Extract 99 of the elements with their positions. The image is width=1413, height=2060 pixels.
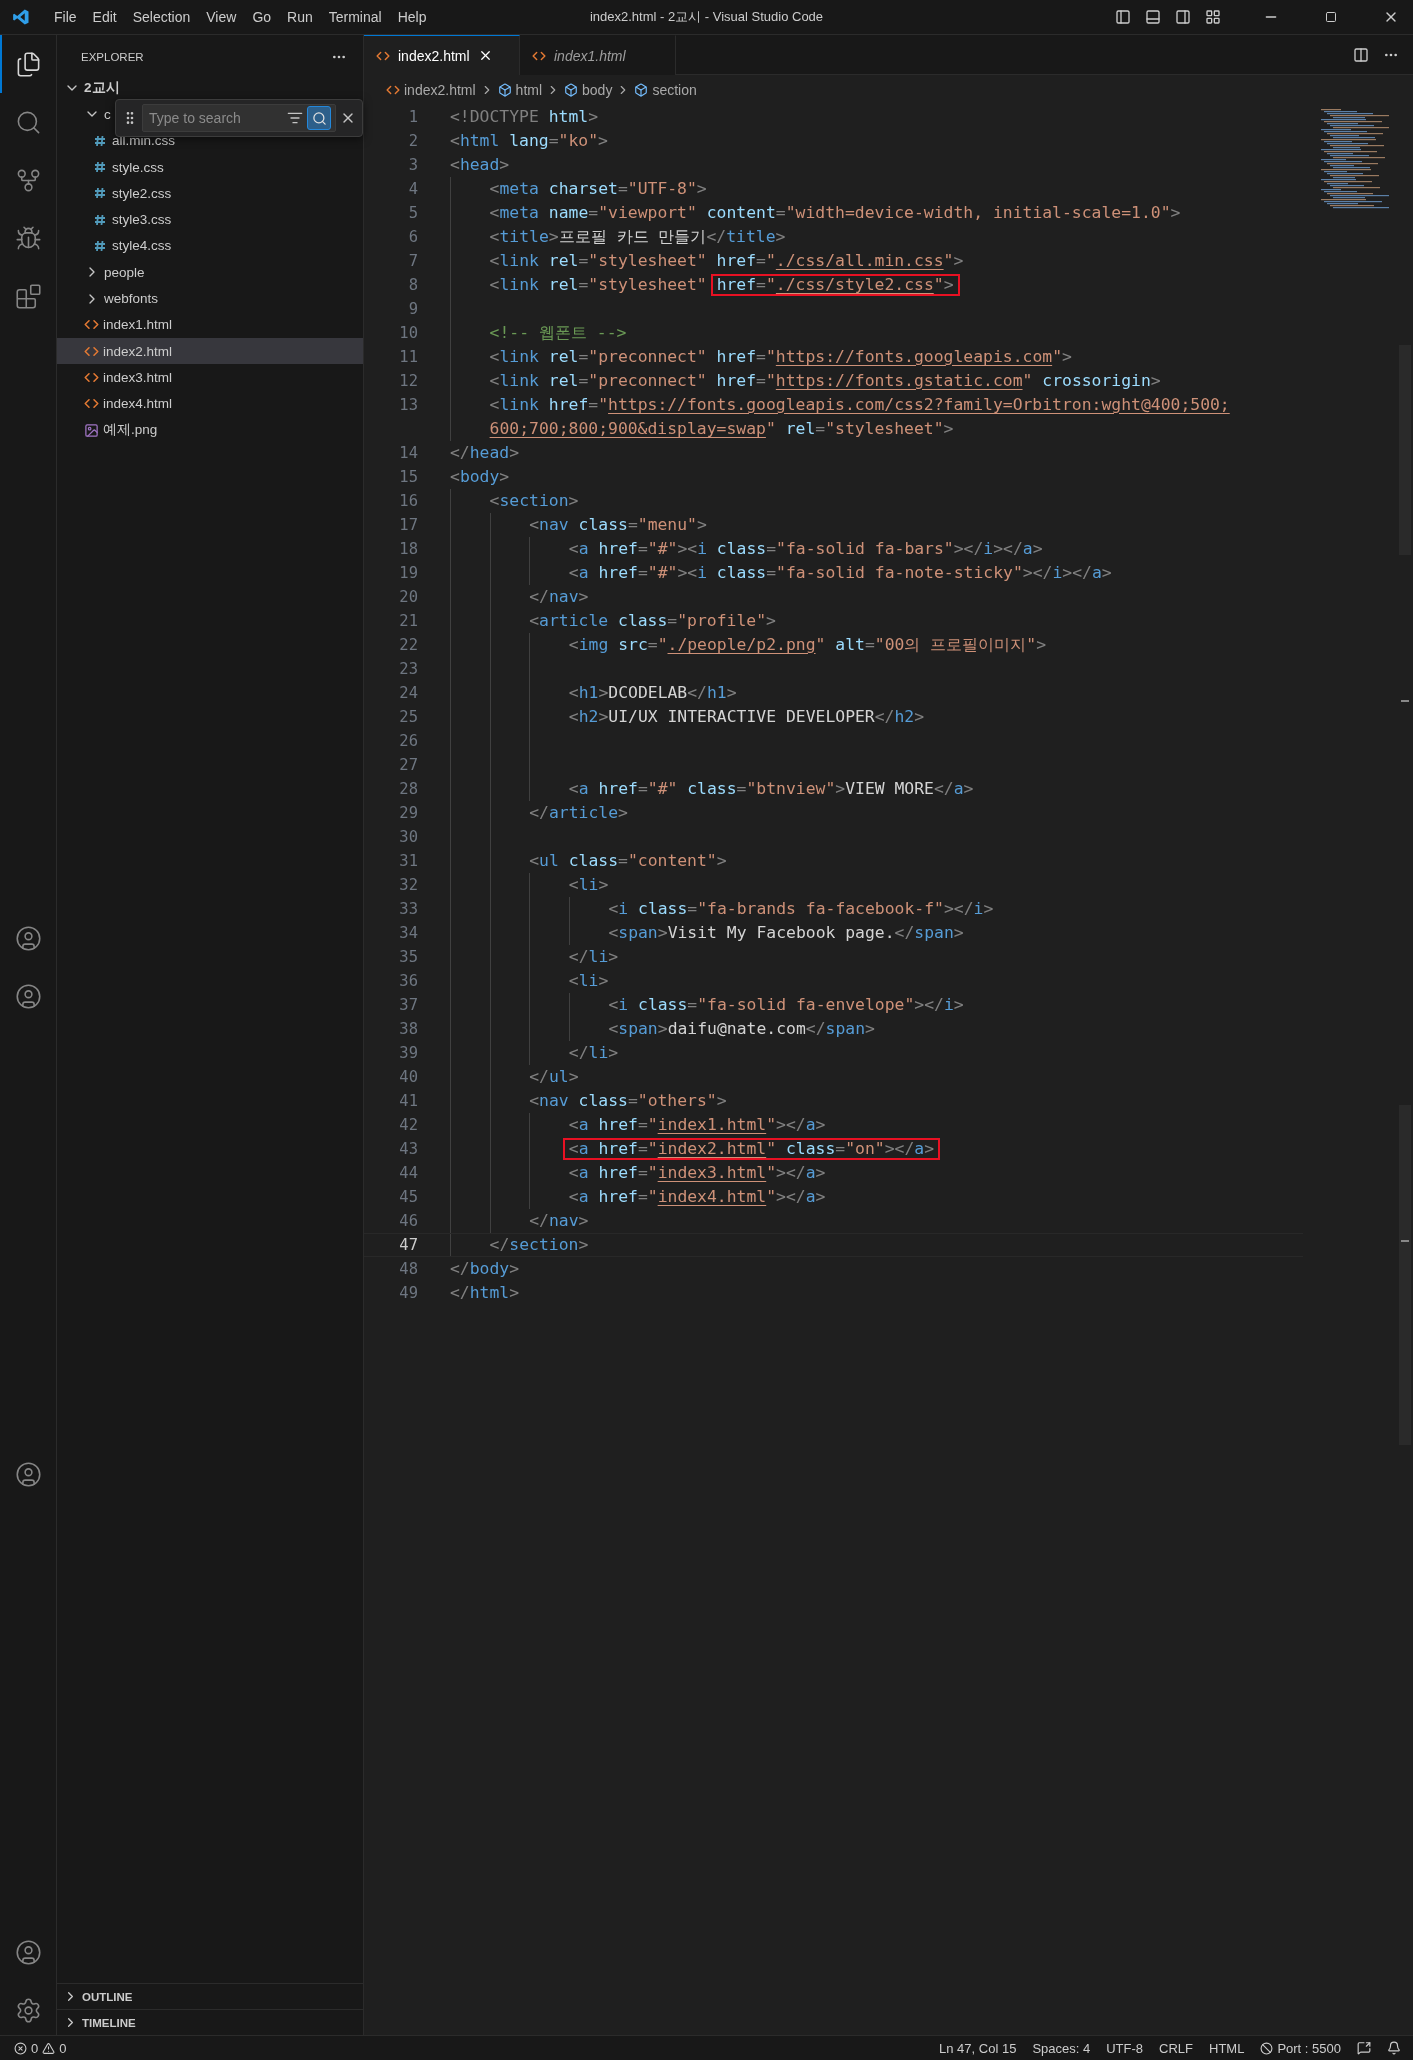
code-text: <html lang="ko"> [450,131,608,151]
line-number: 20 [398,588,418,606]
code-text: <li> [568,875,609,895]
code-text: <a href="index3.html"></a> [568,1163,826,1183]
code-text: <link rel="preconnect" href="https://fonts.googleapis.com"> [489,347,1072,367]
code-text: <h1>DCODELAB</h1> [568,683,737,703]
line-number: 23 [398,660,418,678]
line-number: 15 [398,468,418,486]
code-text: <i class="fa-brands fa-facebook-f"></i> [608,899,994,919]
line-number: 27 [398,756,418,774]
line-number: 36 [398,972,418,990]
line-number: 21 [398,612,418,630]
code-text: </nav> [529,587,589,607]
code-text: <nav class="menu"> [529,515,707,535]
line-number: 1 [407,108,418,126]
code-text: <link rel="stylesheet" href="./css/all.min.css"> [489,251,964,271]
line-number: 29 [398,804,418,822]
line-number: 10 [398,324,418,342]
code-text: <h2>UI/UX INTERACTIVE DEVELOPER</h2> [568,707,925,727]
line-number: 25 [398,708,418,726]
code-text: <meta charset="UTF-8"> [489,179,707,199]
code-text: <nav class="others"> [529,1091,727,1111]
line-number: 4 [407,180,418,198]
line-number: 41 [398,1092,418,1110]
code-text: <a href="index4.html"></a> [568,1187,826,1207]
line-number: 37 [398,996,418,1014]
code-text: <span>Visit My Facebook page.</span> [608,923,964,943]
line-number: 46 [398,1212,418,1230]
code-text: 600;700;800;900&display=swap" rel="stylesheet"> [489,419,954,439]
code-text: </head> [450,443,520,463]
line-number: 30 [398,828,418,846]
code-text: <section> [489,491,579,511]
code-text: <ul class="content"> [529,851,727,871]
line-number: 44 [398,1164,418,1182]
line-number: 24 [398,684,418,702]
line-number: 6 [407,228,418,246]
line-number: 13 [398,396,418,414]
line-number: 34 [398,924,418,942]
line-number: 45 [398,1188,418,1206]
line-number: 17 [398,516,418,534]
code-text: <li> [568,971,609,991]
line-number: 3 [407,156,418,174]
highlight-box: href="./css/style2.css"> [710,274,960,296]
code-text: </html> [450,1283,520,1303]
code-text: <!-- 웹폰트 --> [489,323,627,343]
code-text: <meta name="viewport" content="width=device-width, initial-scale=1.0"> [489,203,1181,223]
error-count: 0 [31,2040,39,2056]
code-text: <link rel="preconnect" href="https://fonts.gstatic.com" crossorigin> [489,371,1161,391]
code-text: <a href="#" class="btnview">VIEW MORE</a> [568,779,974,799]
line-number: 12 [398,372,418,390]
code-text: <link rel="stylesheet" [489,275,707,295]
code-text: </li> [568,947,619,967]
line-number: 42 [398,1116,418,1134]
warning-count: 0 [59,2040,67,2056]
line-number: 49 [398,1284,418,1302]
line-number: 33 [398,900,418,918]
code-text: </section> [489,1235,589,1255]
line-number: 5 [407,204,418,222]
line-number: 26 [398,732,418,750]
code-text: <link href="https://fonts.googleapis.com/css2?family=Orbitron:wght@400;500; [489,395,1230,415]
highlight-box: <a href="index2.html" class="on"></a> [562,1138,940,1160]
line-number: 43 [398,1140,418,1158]
code-text: <a href="index1.html"></a> [568,1115,826,1135]
window-title: index2.html - 2교시 - Visual Studio Code [589,8,824,26]
code-text: <body> [450,467,510,487]
line-number: 2 [407,132,418,150]
line-number: 16 [398,492,418,510]
line-number: 8 [407,276,418,294]
code-text: <title>프로필 카드 만들기</title> [489,227,786,247]
line-number: 38 [398,1020,418,1038]
line-number: 9 [407,300,418,318]
line-number: 47 [398,1236,418,1254]
code-text: <img src="./people/p2.png" alt="00의 프로필이미지"> [568,635,1046,655]
code-text: <span>daifu@nate.com</span> [608,1019,875,1039]
line-number: 40 [398,1068,418,1086]
code-text: <head> [450,155,510,175]
line-number: 19 [398,564,418,582]
sidebar-title: EXPLORER [81,51,144,63]
line-number: 14 [398,444,418,462]
line-number: 35 [398,948,418,966]
line-number: 32 [398,876,418,894]
code-text: </body> [450,1259,520,1279]
line-number: 31 [398,852,418,870]
line-number: 11 [398,348,418,366]
code-text: <a href="#"><i class="fa-solid fa-note-sticky"></i></a> [568,563,1112,583]
line-number: 7 [407,252,418,270]
code-text: <!DOCTYPE html> [450,107,599,127]
code-text: <article class="profile"> [529,611,776,631]
code-text: </li> [568,1043,619,1063]
code-text: <i class="fa-solid fa-envelope"></i> [608,995,964,1015]
code-text: </nav> [529,1211,589,1231]
code-text: <a href="#"><i class="fa-solid fa-bars"></i></a> [568,539,1043,559]
line-number: 18 [398,540,418,558]
line-number: 48 [398,1260,418,1278]
code-text: </ul> [529,1067,579,1087]
code-text: </article> [529,803,628,823]
line-number: 22 [398,636,418,654]
line-number: 39 [398,1044,418,1062]
line-number: 28 [398,780,418,798]
